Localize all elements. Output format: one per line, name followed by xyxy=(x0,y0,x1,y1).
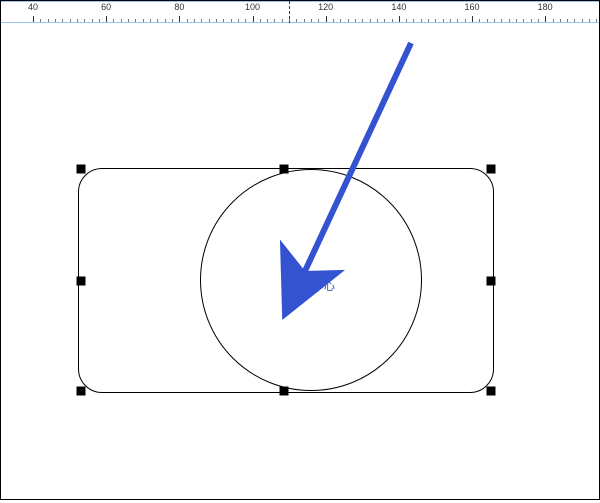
center-label: 中心 xyxy=(313,278,335,294)
selection-handle[interactable] xyxy=(280,165,289,174)
ruler-label: 160 xyxy=(465,2,480,12)
selection-handle[interactable] xyxy=(77,277,86,286)
selection-handle[interactable] xyxy=(77,387,86,396)
drawing-canvas[interactable]: ✥ 中心 xyxy=(1,23,599,499)
selection-handle[interactable] xyxy=(487,165,496,174)
ruler-label: 120 xyxy=(318,2,333,12)
center-origin-marker[interactable]: ✥ xyxy=(296,279,306,293)
ruler-label: 40 xyxy=(28,2,38,12)
circle-shape[interactable] xyxy=(200,169,422,391)
ruler-label: 180 xyxy=(538,2,553,12)
ruler-label: 100 xyxy=(245,2,260,12)
selection-handle[interactable] xyxy=(487,277,496,286)
ruler-label: 80 xyxy=(174,2,184,12)
selection-handle[interactable] xyxy=(77,165,86,174)
ruler-label: 60 xyxy=(101,2,111,12)
selection-handle[interactable] xyxy=(487,387,496,396)
ruler-label: 140 xyxy=(391,2,406,12)
horizontal-ruler[interactable]: 40 60 80 100 120 140 160 180 xyxy=(1,1,599,23)
selection-handle[interactable] xyxy=(280,387,289,396)
